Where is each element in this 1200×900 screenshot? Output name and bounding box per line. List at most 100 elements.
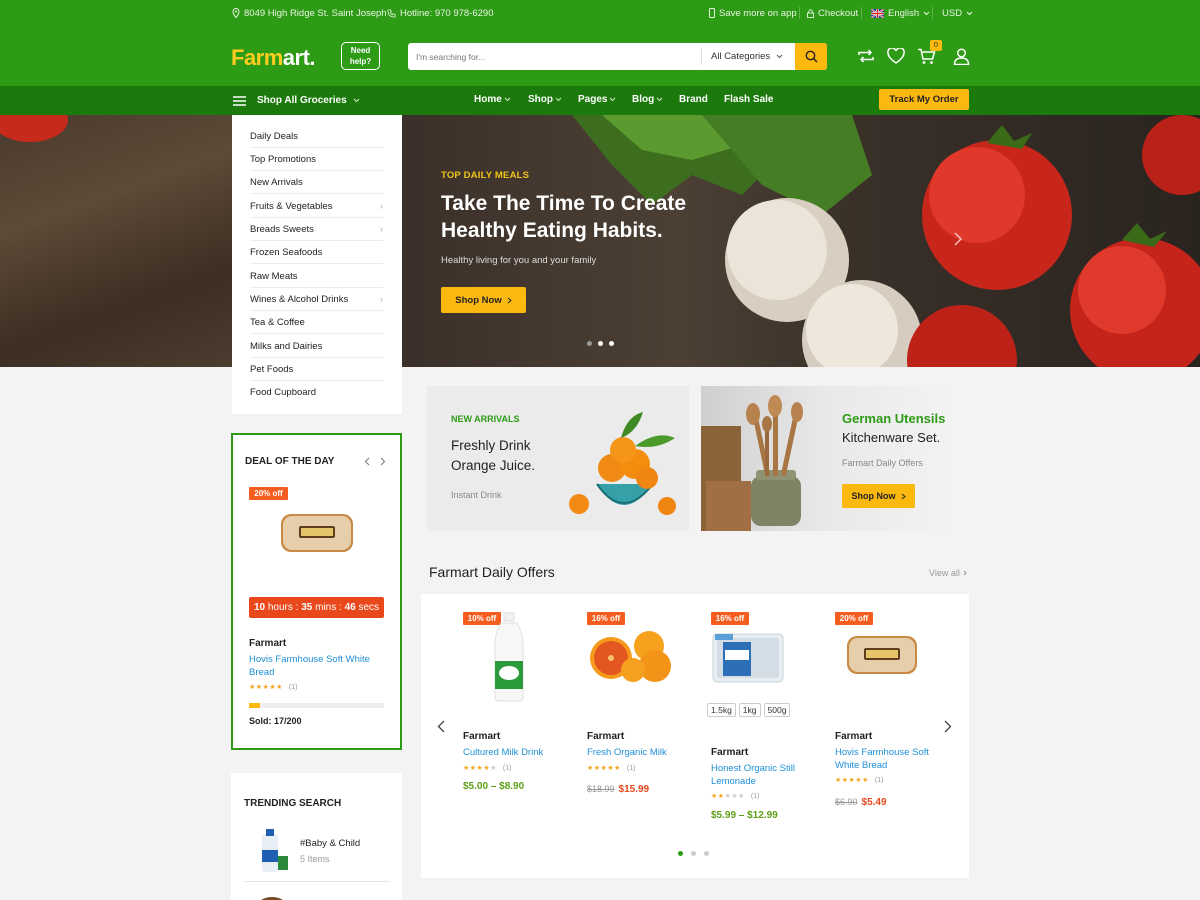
carousel-dot[interactable] xyxy=(704,851,709,856)
carousel-dots xyxy=(678,851,709,856)
star-rating-icon: ★★★★★ xyxy=(711,793,745,800)
banner-kitchenware[interactable]: German Utensils Kitchenware Set. Farmart… xyxy=(701,386,963,531)
view-all-link[interactable]: View all xyxy=(929,568,967,578)
search-button[interactable] xyxy=(795,43,827,70)
variant-option[interactable]: 1.5kg xyxy=(707,703,736,717)
category-text: All Categories xyxy=(711,51,771,62)
product-name[interactable]: Fresh Organic Milk xyxy=(587,747,702,760)
review-count: (1) xyxy=(626,764,636,772)
discount-badge: 16% off xyxy=(587,612,625,625)
countdown-unit: mins : xyxy=(315,602,342,613)
account-button[interactable] xyxy=(950,45,972,67)
need-help-button[interactable]: Need help? xyxy=(341,42,380,70)
deal-next-icon[interactable] xyxy=(380,457,386,466)
divider xyxy=(701,49,702,65)
trending-item-name[interactable]: #Baby & Child xyxy=(300,838,360,849)
carousel-dot-active[interactable] xyxy=(678,851,683,856)
chevron-down-icon xyxy=(610,97,616,102)
carousel-dot[interactable] xyxy=(691,851,696,856)
menu-item-label: Top Promotions xyxy=(250,153,317,165)
carousel-prev-icon[interactable] xyxy=(437,720,445,733)
baby-product-image[interactable] xyxy=(254,828,290,874)
deal-product-name[interactable]: Hovis Farmhouse Soft White Bread xyxy=(249,654,379,679)
bread-product-image[interactable] xyxy=(279,510,355,556)
menu-item-label: Daily Deals xyxy=(250,130,299,142)
banner-title: Kitchenware Set. xyxy=(842,430,941,445)
chevron-down-icon xyxy=(353,98,360,103)
sold-count: Sold: 17/200 xyxy=(249,716,302,726)
phone-icon xyxy=(387,8,396,18)
slider-next-arrow-icon[interactable] xyxy=(953,231,963,247)
track-order-button[interactable]: Track My Order xyxy=(879,89,969,110)
language-selector[interactable]: English xyxy=(871,7,930,19)
nav-home[interactable]: Home xyxy=(474,94,511,105)
product-name[interactable]: Cultured Milk Drink xyxy=(463,747,578,760)
slider-dot-active[interactable] xyxy=(598,341,603,346)
search-bar: All Categories xyxy=(408,43,827,70)
carousel-next-icon[interactable] xyxy=(944,720,952,733)
checkout-text: Checkout xyxy=(818,7,859,19)
search-input[interactable] xyxy=(416,49,686,64)
category-select[interactable]: All Categories xyxy=(711,51,783,62)
hero-slider-dots xyxy=(587,341,614,346)
menu-item-wines-alcohol[interactable]: Wines & Alcohol Drinks › xyxy=(250,288,383,311)
orange-bowl-image xyxy=(569,412,676,515)
slider-dot[interactable] xyxy=(609,341,614,346)
checkout-link[interactable]: Checkout xyxy=(807,7,858,19)
trending-item-image[interactable] xyxy=(255,893,289,900)
countdown-hours: 10 xyxy=(253,602,266,613)
bread-product-image xyxy=(847,636,917,674)
trending-search: TRENDING SEARCH #Baby & Child 5 Items xyxy=(231,773,402,900)
menu-item-top-promotions[interactable]: Top Promotions xyxy=(250,148,383,171)
product-price: $6.90 $5.49 xyxy=(835,794,887,808)
menu-item-label: Milks and Dairies xyxy=(250,340,323,352)
menu-item-pet-foods[interactable]: Pet Foods xyxy=(250,358,383,381)
banner-title: Freshly Drink Orange Juice. xyxy=(451,438,536,473)
trending-item-count: 5 Items xyxy=(300,854,330,864)
deal-prev-icon[interactable] xyxy=(364,457,370,466)
hero-shop-now-button[interactable]: Shop Now xyxy=(441,287,526,313)
shop-all-groceries-button[interactable]: Shop All Groceries xyxy=(233,95,360,106)
menu-item-fruits-vegetables[interactable]: Fruits & Vegetables › xyxy=(250,195,383,218)
product-name[interactable]: Honest Organic Still Lemonade xyxy=(711,763,811,788)
nav-brand[interactable]: Brand xyxy=(679,94,708,105)
menu-item-label: Fruits & Vegetables xyxy=(250,200,333,212)
menu-item-daily-deals[interactable]: Daily Deals xyxy=(250,125,383,148)
variant-option[interactable]: 1kg xyxy=(738,703,761,717)
wishlist-button[interactable] xyxy=(885,45,907,67)
slider-dot[interactable] xyxy=(587,341,592,346)
product-name[interactable]: Hovis Farmhouse Soft White Bread xyxy=(835,747,933,772)
rating: ★★★★★ (1) xyxy=(711,792,759,801)
chevron-right-icon xyxy=(901,493,906,499)
review-count: (1) xyxy=(288,683,298,691)
nav-blog[interactable]: Blog xyxy=(632,94,663,105)
currency-selector[interactable]: USD xyxy=(942,7,973,19)
nav-pages[interactable]: Pages xyxy=(578,94,616,105)
product-brand: Farmart xyxy=(587,731,625,742)
rating: ★★★★★ (1) xyxy=(249,683,298,692)
old-price: $18.99 xyxy=(587,784,615,794)
nav-flash-sale[interactable]: Flash Sale xyxy=(724,94,773,105)
menu-item-tea-coffee[interactable]: Tea & Coffee xyxy=(250,311,383,334)
button-label: Shop Now xyxy=(455,294,502,306)
banner-orange-juice[interactable]: NEW ARRIVALS Freshly Drink Orange Juice.… xyxy=(427,386,689,531)
menu-item-raw-meats[interactable]: Raw Meats xyxy=(250,265,383,288)
banner-shop-now-button[interactable]: Shop Now xyxy=(842,484,915,508)
logo[interactable]: Farmart. xyxy=(231,45,316,71)
variant-option[interactable]: 500g xyxy=(763,703,791,717)
product-price: $18.99 $15.99 xyxy=(587,781,649,795)
menu-item-milks-dairies[interactable]: Milks and Dairies xyxy=(250,335,383,358)
nav-shop[interactable]: Shop xyxy=(528,94,562,105)
menu-item-frozen-seafoods[interactable]: Frozen Seafoods xyxy=(250,241,383,264)
save-app-link[interactable]: Save more on app xyxy=(709,7,797,19)
tomato-image xyxy=(0,115,68,142)
chevron-down-icon xyxy=(504,97,511,102)
save-app-text: Save more on app xyxy=(719,7,797,19)
menu-item-new-arrivals[interactable]: New Arrivals xyxy=(250,171,383,194)
menu-item-food-cupboard[interactable]: Food Cupboard xyxy=(250,381,383,404)
chevron-right-icon: › xyxy=(380,224,383,234)
menu-item-breads-sweets[interactable]: Breads Sweets › xyxy=(250,218,383,241)
hotline[interactable]: Hotline: 970 978-6290 xyxy=(387,7,494,19)
compare-button[interactable] xyxy=(855,45,877,67)
chevron-right-icon xyxy=(963,570,967,576)
